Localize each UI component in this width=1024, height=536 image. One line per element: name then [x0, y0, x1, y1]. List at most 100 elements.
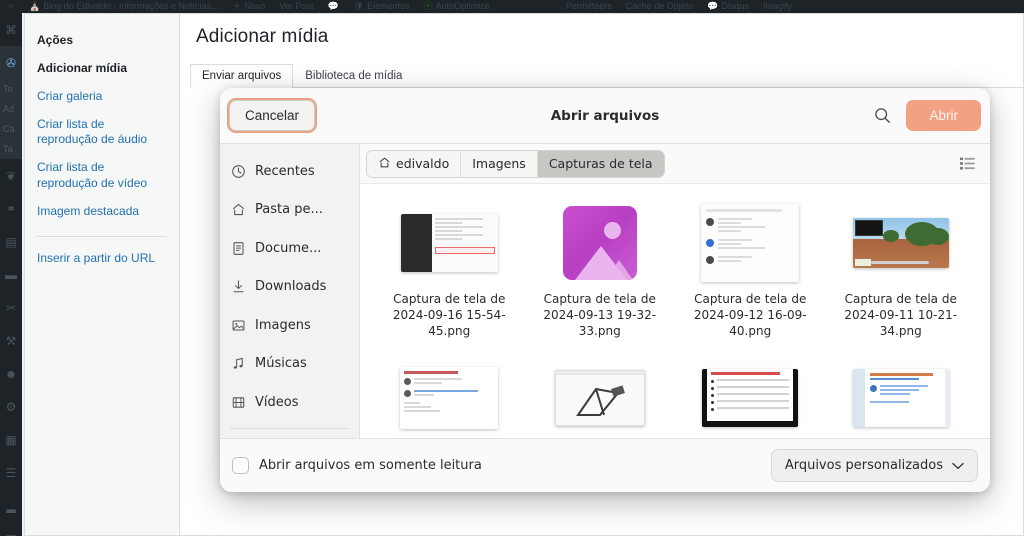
file-item[interactable] — [826, 349, 977, 438]
tab-enviar-arquivos[interactable]: Enviar arquivos — [190, 64, 294, 88]
imagify-icon: ◧ — [5, 532, 16, 536]
breadcrumb-imagens[interactable]: Imagens — [461, 150, 538, 177]
search-icon — [875, 108, 890, 124]
breadcrumb-edivaldo[interactable]: edivaldo — [367, 150, 462, 177]
dashboard-icon: ⌘ — [5, 22, 17, 37]
users-icon: ☻ — [4, 366, 18, 381]
links-icon: ⚭ — [5, 201, 17, 216]
sidebar-icon-tools[interactable]: ⚙ — [0, 390, 22, 423]
place-label: Downloads — [255, 279, 327, 295]
file-item[interactable]: Captura de tela de 2024-09-11 10-21-34.p… — [826, 194, 977, 349]
place-pasta-pessoal[interactable]: Pasta pe... — [220, 191, 359, 230]
sidebar-icon-imagify[interactable]: ◧ — [0, 522, 22, 536]
file-thumbnail — [698, 357, 802, 438]
media-icon: ❦ — [5, 168, 17, 183]
file-filter-label: Arquivos personalizados — [784, 458, 943, 473]
place-imagens[interactable]: Imagens — [220, 306, 359, 345]
picture-icon — [230, 317, 246, 333]
sidebar-sub-adicionar[interactable]: Ad — [0, 99, 22, 119]
sidebar-icon-settings[interactable]: ▦ — [0, 423, 22, 456]
media-frame-tabs: Enviar arquivos Biblioteca de mídia — [190, 62, 1023, 88]
readonly-checkbox-row[interactable]: Abrir arquivos em somente leitura — [232, 457, 482, 474]
image-placeholder-icon — [562, 206, 637, 280]
sidebar-icon-dashboard[interactable]: ⌘ — [0, 13, 22, 46]
sidebar-sub-categorias[interactable]: Ca — [0, 119, 22, 139]
file-thumbnail — [397, 202, 501, 284]
sidebar-icon-comments[interactable]: ▬ — [0, 258, 22, 291]
adminbar-view-post-label: Ver Post — [279, 1, 314, 11]
breadcrumb-capturas-de-tela[interactable]: Capturas de tela — [537, 150, 664, 177]
file-item[interactable]: Captura de tela de 2024-09-12 16-09-40.p… — [675, 194, 826, 349]
adminbar-item-0[interactable]: ⚛ — [0, 0, 22, 13]
file-name: Captura de tela de 2024-09-11 10-21-34.p… — [844, 292, 958, 338]
breadcrumb-label: Capturas de tela — [548, 156, 653, 171]
adminbar-item-disqus[interactable]: 💬 Disqus — [700, 0, 756, 13]
screenshot-admin-panel-thumb — [400, 214, 498, 272]
sidebar-sub-todos[interactable]: To — [0, 79, 22, 99]
place-label: Imagens — [255, 317, 311, 333]
adminbar-item-imagify[interactable]: Imagify — [756, 0, 799, 13]
file-thumbnail — [548, 357, 652, 438]
file-item[interactable] — [525, 349, 676, 438]
media-menu-item-lista-audio[interactable]: Criar lista de reprodução de áudio — [37, 111, 179, 155]
sidebar-sub-tags[interactable]: Ta — [0, 139, 22, 159]
sidebar-icon-plugins[interactable]: ⚒ — [0, 324, 22, 357]
file-item[interactable]: Captura de tela de 2024-09-13 19-32-33.p… — [525, 194, 676, 349]
media-menu-item-adicionar-midia[interactable]: Adicionar mídia — [37, 55, 179, 83]
screen: ⚛ ⛪ Blog do Edivaldo - Informações e Not… — [0, 0, 1024, 536]
view-toggle-button[interactable] — [954, 151, 980, 177]
sidebar-icon-database[interactable]: ☰ — [0, 456, 22, 489]
sidebar-icon-pages[interactable]: ▤ — [0, 225, 22, 258]
screenshot-bike-diagram-thumb — [554, 370, 645, 427]
dialog-footer: Abrir arquivos em somente leitura Arquiv… — [220, 438, 990, 492]
adminbar-item-new[interactable]: ＋ Novo — [225, 0, 272, 13]
file-item[interactable] — [675, 349, 826, 438]
file-item[interactable] — [374, 349, 525, 438]
place-videos[interactable]: Vídeos — [220, 383, 359, 422]
media-menu-heading: Ações — [37, 33, 74, 47]
media-menu-item-inserir-url[interactable]: Inserir a partir do URL — [37, 245, 179, 273]
pathbar-row: edivaldo Imagens Capturas de tela — [360, 144, 990, 184]
open-button[interactable]: Abrir — [906, 100, 981, 131]
sidebar-icon-links[interactable]: ⚭ — [0, 192, 22, 225]
adminbar-item-site[interactable]: ⛪ Blog do Edivaldo - Informações e Notíc… — [22, 0, 225, 13]
place-label: Vídeos — [255, 394, 299, 410]
media-menu-item-lista-video[interactable]: Criar lista de reprodução de vídeo — [37, 154, 179, 198]
screenshot-blue-doc-thumb — [852, 369, 949, 428]
file-thumbnail — [698, 202, 802, 284]
sidebar-icon-posts[interactable]: ✇ — [0, 46, 22, 79]
comment-icon: 💬 — [327, 1, 339, 11]
adminbar-item-comments[interactable]: 💬 — [320, 0, 345, 13]
adminbar-item-cache-objeto[interactable]: Cache de Objeto — [619, 0, 701, 13]
place-downloads[interactable]: Downloads — [220, 268, 359, 307]
sidebar-icon-stats[interactable]: ▂ — [0, 489, 22, 522]
file-name: Captura de tela de 2024-09-12 16-09-40.p… — [693, 292, 807, 338]
adminbar-item-permitteers[interactable]: Permitteers — [559, 0, 619, 13]
adminbar-imagify-label: Imagify — [762, 1, 792, 11]
file-filter-dropdown[interactable]: Arquivos personalizados — [770, 449, 978, 482]
adminbar-item-autooptimize[interactable]: ⦿ AutoOptimize — [417, 0, 497, 13]
cancel-button[interactable]: Cancelar — [229, 100, 316, 131]
file-grid[interactable]: Captura de tela de 2024-09-16 15-54-45.p… — [360, 184, 990, 438]
sidebar-icon-appearance[interactable]: ✂ — [0, 291, 22, 324]
document-icon — [230, 240, 246, 256]
screenshot-email-proposal-thumb — [400, 367, 499, 430]
adminbar-disqus-label: Disqus — [721, 1, 749, 11]
adminbar-item-view-post[interactable]: Ver Post — [272, 0, 320, 13]
screenshot-outdoor-photo-thumb — [852, 218, 949, 268]
place-documentos[interactable]: Docume... — [220, 229, 359, 268]
adminbar-item-elementos[interactable]: 🛡 Elementos — [346, 0, 417, 13]
sidebar-icon-media[interactable]: ❦ — [0, 159, 22, 192]
page-title: Adicionar mídia — [196, 26, 329, 47]
readonly-checkbox[interactable] — [232, 457, 249, 474]
place-musicas[interactable]: Músicas — [220, 345, 359, 384]
sidebar-icon-users[interactable]: ☻ — [0, 357, 22, 390]
media-menu-item-criar-galeria[interactable]: Criar galeria — [37, 83, 179, 111]
media-menu-item-imagem-destacada[interactable]: Imagem destacada — [37, 198, 179, 226]
file-item[interactable]: Captura de tela de 2024-09-16 15-54-45.p… — [374, 194, 525, 349]
search-button[interactable] — [868, 102, 896, 130]
tab-biblioteca-de-midia[interactable]: Biblioteca de mídia — [293, 64, 414, 88]
place-recentes[interactable]: Recentes — [220, 152, 359, 191]
screenshot-dark-frame-text-thumb — [702, 369, 799, 428]
dialog-header-right: Abrir — [868, 100, 981, 131]
